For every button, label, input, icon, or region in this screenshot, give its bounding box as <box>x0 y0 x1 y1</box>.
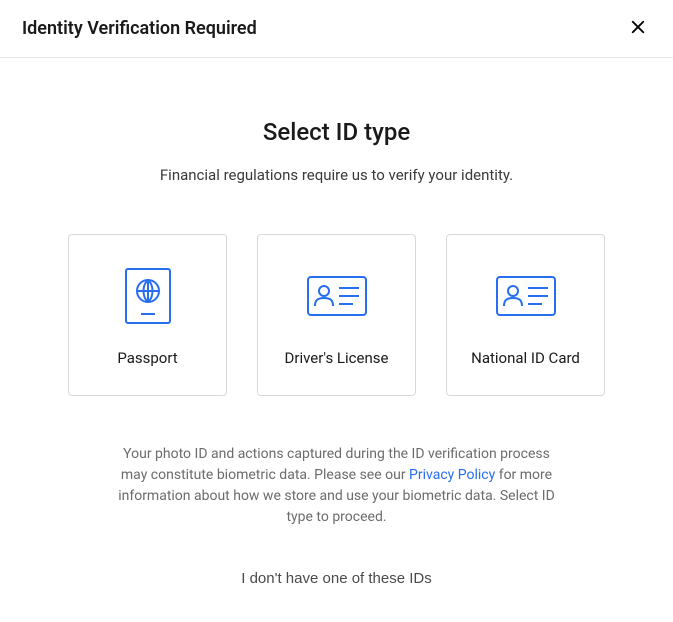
dialog-body: Select ID type Financial regulations req… <box>0 58 673 587</box>
privacy-policy-link[interactable]: Privacy Policy <box>409 467 495 483</box>
page-title: Select ID type <box>68 118 605 146</box>
option-label: National ID Card <box>471 349 580 367</box>
close-icon <box>629 18 647 39</box>
option-label: Driver's License <box>285 349 389 367</box>
id-card-icon <box>307 271 367 321</box>
option-label: Passport <box>117 349 177 367</box>
id-options: Passport Driver's License <box>68 234 605 396</box>
biometric-disclosure: Your photo ID and actions captured durin… <box>117 444 557 528</box>
page-subtitle: Financial regulations require us to veri… <box>68 166 605 184</box>
passport-icon <box>125 271 171 321</box>
option-passport[interactable]: Passport <box>68 234 227 396</box>
option-drivers-license[interactable]: Driver's License <box>257 234 416 396</box>
option-national-id[interactable]: National ID Card <box>446 234 605 396</box>
no-id-button[interactable]: I don't have one of these IDs <box>241 570 432 587</box>
dialog-title: Identity Verification Required <box>22 18 257 39</box>
dialog-header: Identity Verification Required <box>0 0 673 58</box>
close-button[interactable] <box>625 14 651 43</box>
id-card-icon <box>496 271 556 321</box>
